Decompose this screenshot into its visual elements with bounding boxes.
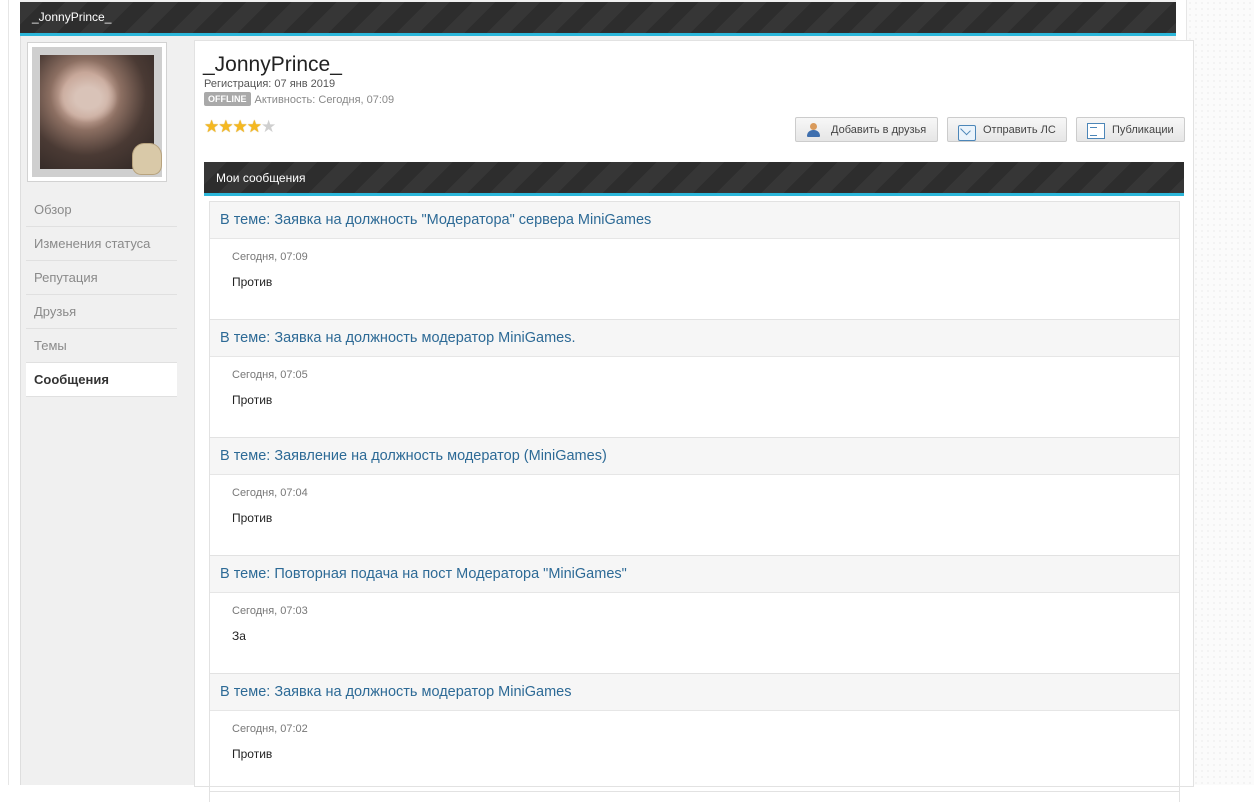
publications-label: Публикации xyxy=(1112,124,1174,136)
sidebar-item-reputation[interactable]: Репутация xyxy=(26,261,177,295)
list-item: В теме: Заявка на должность модератор Mi… xyxy=(210,674,1179,792)
page-border-left xyxy=(8,0,9,785)
post-text: Против xyxy=(232,747,273,761)
post-text: Против xyxy=(232,393,273,407)
profile-main: _JonnyPrince_ Регистрация: 07 янв 2019 O… xyxy=(194,40,1194,802)
section-title: Мои сообщения xyxy=(216,171,306,185)
star-icon: ★ xyxy=(232,117,248,136)
star-icon: ★ xyxy=(218,117,233,136)
top-bar-title: _JonnyPrince_ xyxy=(32,10,112,24)
post-text: Против xyxy=(232,275,273,289)
rating-stars: ★★★★★ xyxy=(204,117,276,137)
posts-list: В теме: Заявка на должность "Модератора"… xyxy=(209,201,1180,802)
add-friend-button[interactable]: Добавить в друзья xyxy=(795,117,938,142)
rank-emblem-icon xyxy=(132,143,162,175)
profile-wrapper: _JonnyPrince_ Обзор Изменения статуса Ре… xyxy=(20,0,1194,802)
profile-nav: Обзор Изменения статуса Репутация Друзья… xyxy=(26,193,177,397)
post-topic-link[interactable]: В теме: Заявка на должность "Модератора"… xyxy=(210,202,1179,239)
background-pattern xyxy=(1187,0,1254,785)
sidebar-item-friends[interactable]: Друзья xyxy=(26,295,177,329)
post-time: Сегодня, 07:02 xyxy=(232,723,308,735)
sidebar-item-messages[interactable]: Сообщения xyxy=(26,363,177,397)
registration-date: Регистрация: 07 янв 2019 xyxy=(204,78,336,90)
list-item: В теме: Заявление на должность модератор… xyxy=(210,438,1179,556)
sidebar-item-overview[interactable]: Обзор xyxy=(26,193,177,227)
post-time: Сегодня, 07:03 xyxy=(232,605,308,617)
post-topic-link[interactable]: В теме: Повторная подача на пост Модерат… xyxy=(210,556,1179,593)
last-activity: Активность: Сегодня, 07:09 xyxy=(254,94,395,106)
profile-top-bar: _JonnyPrince_ xyxy=(20,2,1176,36)
status-line: OFFLINE Активность: Сегодня, 07:09 xyxy=(204,92,394,106)
sidebar-item-status-changes[interactable]: Изменения статуса xyxy=(26,227,177,261)
star-icon: ★ xyxy=(246,117,262,136)
add-user-icon xyxy=(806,123,822,137)
star-empty-icon: ★ xyxy=(261,117,276,136)
avatar[interactable] xyxy=(27,42,167,182)
post-time: Сегодня, 07:05 xyxy=(232,369,308,381)
section-header: Мои сообщения xyxy=(204,162,1184,196)
post-topic-link[interactable]: В теме: Заявление на должность модератор… xyxy=(210,438,1179,475)
send-pm-button[interactable]: Отправить ЛС xyxy=(947,117,1067,142)
send-pm-label: Отправить ЛС xyxy=(983,124,1056,136)
list-item: В теме: Повторная подача на пост Модерат… xyxy=(210,556,1179,674)
profile-name: _JonnyPrince_ xyxy=(203,53,342,76)
post-text: Против xyxy=(232,511,273,525)
status-badge: OFFLINE xyxy=(204,92,251,106)
star-icon: ★ xyxy=(204,117,219,136)
post-topic-link[interactable]: В теме: Заявка на должность модератор Mi… xyxy=(210,674,1179,711)
publications-button[interactable]: Публикации xyxy=(1076,117,1185,142)
post-text: За xyxy=(232,629,246,643)
profile-sidebar: Обзор Изменения статуса Репутация Друзья… xyxy=(20,36,177,785)
document-icon xyxy=(1087,123,1105,139)
add-friend-label: Добавить в друзья xyxy=(831,124,927,136)
sidebar-item-topics[interactable]: Темы xyxy=(26,329,177,363)
post-time: Сегодня, 07:04 xyxy=(232,487,308,499)
envelope-icon xyxy=(958,125,976,141)
list-item: В теме: Заявка на должность "Модератора"… xyxy=(210,202,1179,320)
list-item: В теме: Заявка на должность модератор Mi… xyxy=(210,320,1179,438)
post-time: Сегодня, 07:09 xyxy=(232,251,308,263)
post-topic-link[interactable]: В теме: Заявка на должность модератор Mi… xyxy=(210,320,1179,357)
